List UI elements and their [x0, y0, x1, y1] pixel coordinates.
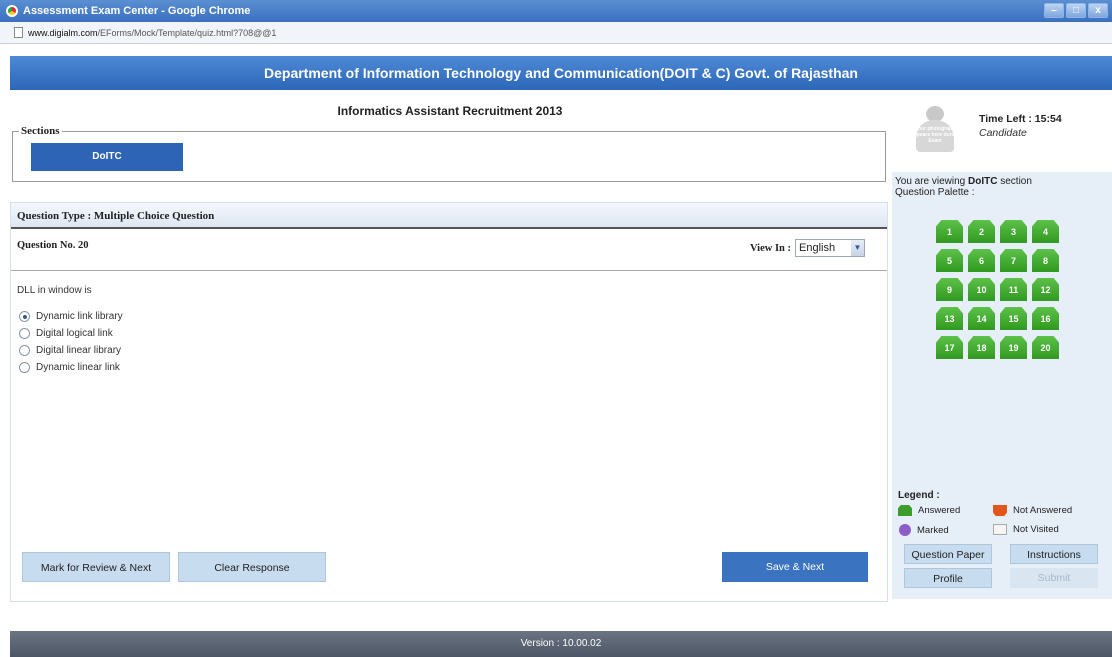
address-bar[interactable]: www.digialm.com /EForms/Mock/Template/qu… [0, 22, 1112, 44]
page-icon [14, 27, 23, 38]
palette-question-15[interactable]: 15 [1000, 307, 1027, 330]
minimize-button[interactable]: – [1044, 3, 1064, 18]
marked-icon [899, 524, 911, 536]
view-in: View In : English ▼ [750, 239, 865, 257]
legend-marked: Marked [899, 524, 949, 536]
sections-box: Sections DoITC [12, 125, 886, 182]
maximize-button[interactable]: □ [1066, 3, 1086, 18]
legend-title: Legend : [898, 490, 940, 501]
url-path: /EForms/Mock/Template/quiz.html?708@@1 [97, 27, 277, 38]
palette-question-6[interactable]: 6 [968, 249, 995, 272]
url-host: www.digialm.com [28, 27, 98, 38]
palette-question-5[interactable]: 5 [936, 249, 963, 272]
option-1[interactable]: Dynamic link library [19, 308, 123, 325]
palette-question-13[interactable]: 13 [936, 307, 963, 330]
palette-grid: 1 2 3 4 5 6 7 8 9 10 11 12 13 14 15 16 1… [936, 220, 1059, 359]
palette-question-17[interactable]: 17 [936, 336, 963, 359]
palette-question-12[interactable]: 12 [1032, 278, 1059, 301]
option-3[interactable]: Digital linear library [19, 342, 123, 359]
save-next-button[interactable]: Save & Next [722, 552, 868, 582]
option-2[interactable]: Digital logical link [19, 325, 123, 342]
answer-options: Dynamic link library Digital logical lin… [19, 308, 123, 376]
language-select[interactable]: English ▼ [795, 239, 865, 257]
candidate-name: Candidate [979, 127, 1027, 139]
question-paper-button[interactable]: Question Paper [904, 544, 992, 564]
option-radio[interactable] [19, 311, 30, 322]
time-left: Time Left : 15:54 [979, 113, 1062, 125]
option-label: Digital logical link [36, 328, 113, 339]
question-palette: You are viewing DoITC section Question P… [892, 172, 1112, 599]
clear-response-button[interactable]: Clear Response [178, 552, 326, 582]
palette-question-16[interactable]: 16 [1032, 307, 1059, 330]
chevron-down-icon: ▼ [851, 240, 864, 256]
sections-legend: Sections [19, 125, 62, 137]
profile-button[interactable]: Profile [904, 568, 992, 588]
version-footer: Version : 10.00.02 [10, 631, 1112, 657]
chrome-icon [6, 5, 18, 17]
palette-question-18[interactable]: 18 [968, 336, 995, 359]
avatar: Your photograph appears here during Exam [906, 106, 964, 154]
legend-not-visited: Not Visited [993, 524, 1059, 535]
palette-question-11[interactable]: 11 [1000, 278, 1027, 301]
option-4[interactable]: Dynamic linear link [19, 359, 123, 376]
palette-question-8[interactable]: 8 [1032, 249, 1059, 272]
palette-question-1[interactable]: 1 [936, 220, 963, 243]
question-type: Question Type : Multiple Choice Question [11, 203, 887, 229]
option-label: Digital linear library [36, 345, 122, 356]
palette-question-14[interactable]: 14 [968, 307, 995, 330]
palette-title: Question Palette : [895, 187, 975, 198]
question-number-row: Question No. 20 View In : English ▼ [11, 231, 887, 271]
window-controls: – □ x [1044, 3, 1108, 18]
option-label: Dynamic linear link [36, 362, 120, 373]
right-panel: Your photograph appears here during Exam… [892, 102, 1112, 599]
exam-app: Department of Information Technology and… [10, 44, 1112, 657]
submit-button[interactable]: Submit [1010, 568, 1098, 588]
window-titlebar: Assessment Exam Center - Google Chrome –… [0, 0, 1112, 22]
photo-placeholder-text: Your photograph appears here during Exam [910, 126, 960, 144]
question-number: Question No. 20 [17, 240, 89, 251]
window-title: Assessment Exam Center - Google Chrome [23, 5, 251, 17]
option-label: Dynamic link library [36, 311, 123, 322]
option-radio[interactable] [19, 362, 30, 373]
not-visited-icon [993, 524, 1007, 535]
department-header: Department of Information Technology and… [10, 56, 1112, 90]
question-panel: Question Type : Multiple Choice Question… [10, 202, 888, 602]
palette-question-4[interactable]: 4 [1032, 220, 1059, 243]
palette-question-3[interactable]: 3 [1000, 220, 1027, 243]
question-text: DLL in window is [17, 285, 92, 296]
close-button[interactable]: x [1088, 3, 1108, 18]
option-radio[interactable] [19, 328, 30, 339]
answered-icon [898, 505, 912, 516]
palette-question-20[interactable]: 20 [1032, 336, 1059, 359]
instructions-button[interactable]: Instructions [1010, 544, 1098, 564]
view-in-label: View In : [749, 242, 791, 254]
legend-answered: Answered [898, 505, 960, 516]
palette-question-10[interactable]: 10 [968, 278, 995, 301]
exam-title: Informatics Assistant Recruitment 2013 [337, 104, 563, 118]
language-value: English [799, 242, 836, 254]
section-tab-doitc[interactable]: DoITC [31, 143, 183, 171]
legend-not-answered: Not Answered [993, 505, 1072, 516]
palette-question-9[interactable]: 9 [936, 278, 963, 301]
viewing-section-name: DoITC [968, 176, 998, 187]
palette-question-7[interactable]: 7 [1000, 249, 1027, 272]
mark-review-next-button[interactable]: Mark for Review & Next [22, 552, 170, 582]
palette-question-19[interactable]: 19 [1000, 336, 1027, 359]
palette-question-2[interactable]: 2 [968, 220, 995, 243]
candidate-info: Your photograph appears here during Exam… [892, 102, 1112, 162]
option-radio[interactable] [19, 345, 30, 356]
not-answered-icon [993, 505, 1007, 516]
viewing-section-info: You are viewing DoITC section Question P… [895, 176, 1032, 198]
